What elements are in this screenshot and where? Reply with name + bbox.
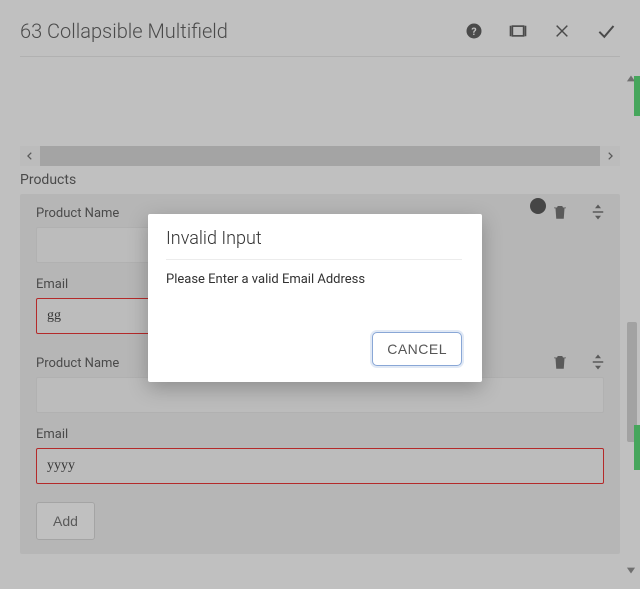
dialog-divider xyxy=(166,259,462,260)
dialog-message: Please Enter a valid Email Address xyxy=(166,272,462,326)
dialog-actions: CANCEL xyxy=(166,326,462,366)
cancel-button[interactable]: CANCEL xyxy=(372,332,462,366)
dialog-title: Invalid Input xyxy=(166,228,462,259)
error-dialog: Invalid Input Please Enter a valid Email… xyxy=(148,214,482,382)
